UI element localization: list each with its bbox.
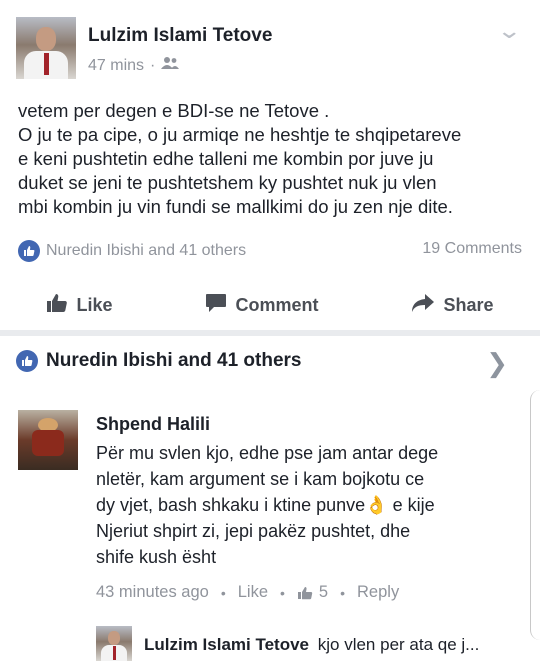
post-text-line: duket se jeni te pushtetshem ky pushtet … bbox=[18, 172, 437, 193]
share-button[interactable]: Share bbox=[411, 293, 494, 318]
thumbs-up-icon bbox=[46, 293, 68, 318]
comment-author-name[interactable]: Shpend Halili bbox=[96, 414, 210, 435]
comment-text-line: nletër, kam argument se i kam bojkotu ce bbox=[96, 469, 425, 489]
comment-time[interactable]: 43 minutes ago bbox=[96, 583, 209, 602]
comment-text-line: shife kush ësht bbox=[96, 547, 217, 567]
like-count-value: 5 bbox=[318, 583, 329, 601]
reactions-text: Nuredin Ibishi and 41 others bbox=[46, 242, 247, 259]
comment-bubble-icon bbox=[205, 293, 227, 318]
reply-snippet: kjo vlen per ata qe j... bbox=[317, 635, 480, 654]
reactions-summary: Nuredin Ibishi and 41 others 19 Comments bbox=[18, 240, 522, 262]
like-button[interactable]: Like bbox=[46, 293, 113, 318]
likers-summary-row[interactable]: Nuredin Ibishi and 41 others bbox=[16, 350, 516, 372]
comments-section: Nuredin Ibishi and 41 others ❯ Shpend Ha… bbox=[0, 336, 540, 661]
chevron-right-icon[interactable]: ❯ bbox=[486, 348, 508, 379]
scroll-indicator bbox=[530, 390, 540, 640]
meta-dot: • bbox=[340, 584, 346, 601]
post-options-chevron-icon[interactable]: ⌄ bbox=[496, 18, 522, 44]
post-meta: 47 mins · bbox=[88, 56, 180, 75]
commenter-avatar[interactable] bbox=[18, 410, 78, 470]
post-text-line: vetem per degen e BDI-se ne Tetove . bbox=[18, 100, 330, 121]
comment-like-count[interactable]: 5 bbox=[297, 583, 328, 602]
reactions-left[interactable]: Nuredin Ibishi and 41 others bbox=[18, 240, 246, 262]
comment-label: Comment bbox=[235, 294, 319, 315]
like-reaction-icon bbox=[16, 350, 38, 372]
comments-count-link[interactable]: 19 Comments bbox=[422, 240, 522, 262]
reply-author-avatar[interactable] bbox=[96, 626, 132, 661]
comment-meta: 43 minutes ago • Like • 5 • Reply bbox=[96, 583, 399, 602]
comment-text-line: Për mu svlen kjo, edhe pse jam antar deg… bbox=[96, 443, 439, 463]
comment-button[interactable]: Comment bbox=[205, 293, 319, 318]
post-text-line: e keni pushtetin edhe talleni me kombin … bbox=[18, 148, 434, 169]
post-text-line: mbi kombin ju vin fundi se mallkimi do j… bbox=[18, 196, 453, 217]
small-thumbs-up-icon bbox=[297, 586, 313, 599]
post-text-line: O ju te pa cipe, o ju armiqe ne heshtje … bbox=[18, 124, 462, 145]
meta-dot: • bbox=[220, 584, 226, 601]
post-actions-bar: Like Comment Share bbox=[0, 282, 540, 328]
share-arrow-icon bbox=[411, 293, 435, 318]
comment-text-line: dy vjet, bash shkaku i ktine punve👌 e ki… bbox=[96, 495, 435, 515]
comment-like-button[interactable]: Like bbox=[238, 583, 268, 602]
post-time[interactable]: 47 mins bbox=[88, 57, 144, 75]
share-label: Share bbox=[443, 294, 494, 315]
author-avatar[interactable] bbox=[16, 17, 76, 79]
post-text: vetem per degen e BDI-se ne Tetove . O j… bbox=[18, 99, 533, 219]
reply-button[interactable]: Reply bbox=[357, 583, 399, 602]
post-card: Lulzim Islami Tetove 47 mins · ⌄ vetem p… bbox=[0, 0, 540, 330]
comment-text-line: Njeriut shpirt zi, jepi pakëz pushtet, d… bbox=[96, 521, 411, 541]
reply-preview[interactable]: Lulzim Islami Tetove kjo vlen per ata qe… bbox=[144, 635, 479, 655]
likers-text: Nuredin Ibishi and 41 others bbox=[46, 350, 302, 371]
like-reaction-icon bbox=[18, 240, 40, 262]
meta-separator: · bbox=[150, 56, 156, 74]
like-label: Like bbox=[76, 294, 113, 315]
comment-text: Për mu svlen kjo, edhe pse jam antar deg… bbox=[96, 440, 506, 570]
meta-dot: • bbox=[280, 584, 285, 601]
post-author-name[interactable]: Lulzim Islami Tetove bbox=[88, 25, 272, 47]
reply-author-name: Lulzim Islami Tetove bbox=[144, 635, 310, 654]
friends-audience-icon bbox=[161, 56, 180, 75]
